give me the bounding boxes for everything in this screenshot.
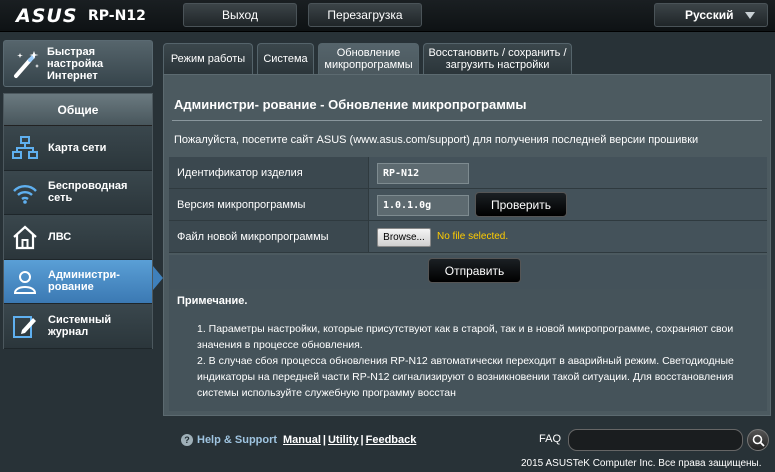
admin-user-icon — [13, 270, 37, 294]
reboot-button[interactable]: Перезагрузка — [308, 3, 422, 27]
sidebar-item-lan[interactable]: ЛВС — [4, 215, 152, 260]
firmware-version-row: Версия микропрограммы 1.0.1.0g Проверить — [169, 189, 767, 221]
product-id-row: Идентификатор изделия RP-N12 — [169, 157, 767, 189]
help-support-label: Help & Support — [197, 434, 278, 446]
browse-button[interactable]: Browse... — [377, 228, 431, 247]
copyright-text: 2015 ASUSTeK Computer Inc. Все права защ… — [521, 458, 762, 469]
sidebar-item-administration[interactable]: Администри- рование — [4, 259, 152, 304]
utility-link[interactable]: Utility — [328, 434, 359, 446]
sidebar-item-label: ЛВС — [48, 230, 72, 243]
title-divider — [172, 120, 762, 121]
note-title: Примечание. — [177, 295, 248, 307]
check-button[interactable]: Проверить — [475, 192, 567, 217]
log-edit-icon — [13, 316, 36, 338]
top-bar: ASUS RP-N12 Выход Перезагрузка Русский — [0, 0, 775, 32]
product-id-value: RP-N12 — [377, 163, 469, 184]
page-title: Администри- рование - Обновление микропр… — [174, 97, 527, 112]
faq-search-input[interactable] — [568, 429, 743, 451]
logout-button[interactable]: Выход — [183, 3, 297, 27]
asus-logo: ASUS — [16, 5, 78, 27]
home-icon — [13, 225, 37, 250]
sidebar-item-system-log[interactable]: Системный журнал — [4, 304, 152, 349]
note-section: Примечание. 1. Параметры настройки, кото… — [169, 289, 767, 411]
tab-system[interactable]: Система — [257, 43, 314, 74]
faq-search-button[interactable] — [747, 429, 769, 451]
network-map-icon — [12, 136, 38, 159]
language-select[interactable]: Русский — [654, 3, 768, 27]
submit-row: Отправить — [169, 255, 767, 289]
faq-label: FAQ — [539, 433, 562, 445]
help-icon: ? — [181, 434, 193, 446]
sidebar-item-wireless[interactable]: Беспроводная сеть — [4, 170, 152, 215]
quick-setup-label: Быстрая настройка Интернет — [47, 46, 104, 82]
sidebar-item-label: Карта сети — [48, 141, 107, 154]
product-id-label: Идентификатор изделия — [169, 157, 369, 188]
new-firmware-row: Файл новой микропрограммы Browse... No f… — [169, 221, 767, 253]
tab-firmware-upgrade[interactable]: Обновление микропрограммы — [318, 43, 419, 74]
page-description: Пожалуйста, посетите сайт ASUS (www.asus… — [174, 134, 699, 146]
menu-section-title: Общие — [4, 94, 152, 126]
footer-links: Manual | Utility | Feedback — [283, 434, 417, 446]
language-value: Русский — [685, 8, 734, 22]
sidebar-item-network-map[interactable]: Карта сети — [4, 126, 152, 171]
sidebar-item-label: Системный журнал — [48, 313, 112, 338]
quick-internet-setup-button[interactable]: Быстрая настройка Интернет — [3, 40, 153, 87]
chevron-down-icon — [745, 12, 755, 19]
sidebar-item-label: Беспроводная сеть — [48, 180, 128, 205]
sidebar-menu: Общие Карта сети Беспроводная сеть ЛВС А… — [3, 93, 153, 349]
wifi-icon — [13, 184, 37, 204]
note-list: 1. Параметры настройки, которые присутст… — [197, 321, 762, 401]
firmware-panel: Администри- рование - Обновление микропр… — [163, 74, 771, 416]
list-item: 1. Параметры настройки, которые присутст… — [197, 323, 734, 351]
firmware-version-value: 1.0.1.0g — [377, 195, 469, 216]
sidebar-item-label: Администри- рование — [48, 269, 120, 294]
firmware-version-label: Версия микропрограммы — [169, 189, 369, 220]
active-item-pointer — [153, 266, 163, 290]
search-icon — [752, 434, 765, 447]
manual-link[interactable]: Manual — [283, 434, 321, 446]
model-name: RP-N12 — [88, 8, 146, 24]
list-item: 2. В случае сбоя процесса обновления RP-… — [197, 355, 734, 399]
submit-button[interactable]: Отправить — [428, 258, 521, 283]
magic-wand-icon — [14, 51, 39, 78]
feedback-link[interactable]: Feedback — [366, 434, 417, 446]
file-status-text: No file selected. — [437, 231, 509, 242]
new-firmware-label: Файл новой микропрограммы — [169, 221, 369, 252]
tab-operation-mode[interactable]: Режим работы — [163, 43, 253, 74]
tab-restore-save-upload[interactable]: Восстановить / сохранить / загрузить нас… — [423, 43, 572, 74]
